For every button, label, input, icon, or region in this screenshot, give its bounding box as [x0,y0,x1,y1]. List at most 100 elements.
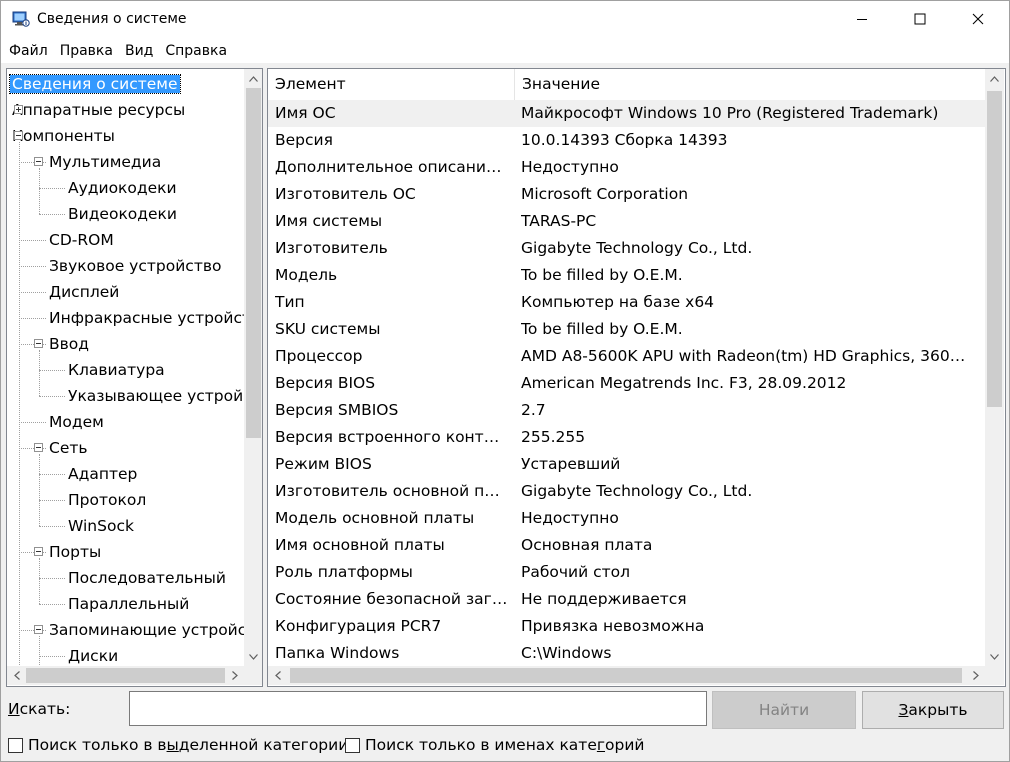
collapse-minus-icon[interactable] [14,131,23,140]
tree-hscroll-thumb[interactable] [26,668,225,683]
table-row[interactable]: SKU системы To be filled by O.E.M. [268,316,985,343]
details-vertical-scrollbar[interactable] [985,69,1004,666]
column-header-value[interactable]: Значение [515,69,985,100]
tree-item[interactable]: Компоненты [10,123,117,149]
tree-connector [39,396,65,397]
details-horizontal-scrollbar[interactable] [268,666,985,685]
tree-item[interactable]: Диски [66,643,120,666]
tree-item[interactable]: Инфракрасные устройст [47,305,244,331]
expand-plus-icon[interactable] [14,105,23,114]
table-row[interactable]: Роль платформы Рабочий стол [268,559,985,586]
tree-connector [39,350,40,396]
collapse-minus-icon[interactable] [34,547,43,556]
table-row[interactable]: Процессор AMD A8-5600K APU with Radeon(tm… [268,343,985,370]
find-button[interactable]: Найти [712,691,856,729]
tree-item[interactable]: Сведения о системе [9,71,181,97]
maximize-button[interactable] [897,1,943,39]
scroll-up-arrow-icon[interactable] [244,69,262,88]
cell-value: AMD A8-5600K APU with Radeon(tm) HD Grap… [521,347,971,365]
table-row[interactable]: Состояние безопасной загр... Не поддержив… [268,586,985,613]
tree-item-label: Аппаратные ресурсы [12,101,186,119]
tree-item[interactable]: Дисплей [47,279,121,305]
search-label: Искать: [8,700,70,718]
tree-item[interactable]: WinSock [66,513,136,539]
table-row[interactable]: Версия SMBIOS 2.7 [268,397,985,424]
menu-file[interactable]: Файл [3,39,54,63]
table-row[interactable]: Имя ОС Майкрософт Windows 10 Pro (Registe… [268,100,985,127]
table-row[interactable]: Режим BIOS Устаревший [268,451,985,478]
checkbox-box[interactable] [8,737,23,753]
tree-item[interactable]: Последовательный [66,565,228,591]
category-tree[interactable]: Сведения о системе Аппаратные ресурсы Комп… [6,68,263,687]
details-list[interactable]: Элемент Значение Имя ОС Майкрософт Window… [267,68,1006,687]
tree-connector [39,454,40,526]
tree-connector [39,604,65,605]
tree-item[interactable]: Запоминающие устройс [47,617,244,643]
tree-item[interactable]: Модем [47,409,106,435]
checkbox-selected-category[interactable]: Поиск только в выделенной категории [8,734,348,756]
tree-item[interactable]: Мультимедиа [47,149,163,175]
table-row[interactable]: Версия встроенного контро... 255.255 [268,424,985,451]
table-row[interactable]: Изготовитель Gigabyte Technology Co., Ltd… [268,235,985,262]
table-row[interactable]: Изготовитель основной пла... Gigabyte Tec… [268,478,985,505]
close-dialog-button[interactable]: Закрыть [862,691,1004,729]
table-row[interactable]: Дополнительное описание ... Недоступно [268,154,985,181]
close-button[interactable] [955,1,1001,39]
search-input[interactable] [129,691,707,726]
tree-item[interactable]: Аудиокодеки [66,175,179,201]
tree-item[interactable]: Адаптер [66,461,139,487]
tree-item-label: Ввод [49,335,89,353]
tree-horizontal-scrollbar[interactable] [7,666,244,685]
scroll-right-arrow-icon[interactable] [966,666,985,685]
collapse-minus-icon[interactable] [34,339,43,348]
table-row[interactable]: Конфигурация PCR7 Привязка невозможна [268,613,985,640]
collapse-minus-icon[interactable] [34,443,43,452]
minimize-button[interactable] [839,1,885,39]
menu-edit[interactable]: Правка [54,39,119,63]
table-row[interactable]: Папка Windows C:\Windows [268,640,985,666]
tree-item[interactable]: Звуковое устройство [47,253,223,279]
title-bar[interactable]: Сведения о системе [1,1,1009,39]
table-row[interactable]: Версия 10.0.14393 Сборка 14393 [268,127,985,154]
cell-element: Изготовитель основной пла... [275,482,509,500]
collapse-minus-icon[interactable] [34,157,43,166]
tree-item[interactable]: Порты [47,539,103,565]
tree-item[interactable]: CD-ROM [47,227,116,253]
scroll-down-arrow-icon[interactable] [244,647,262,666]
table-row[interactable]: Версия BIOS American Megatrends Inc. F3, … [268,370,985,397]
tree-scroll-thumb[interactable] [246,88,261,438]
column-header-element[interactable]: Элемент [268,69,515,100]
scroll-up-arrow-icon[interactable] [985,69,1004,88]
details-header: Элемент Значение [268,69,985,100]
table-row[interactable]: Имя основной платы Основная плата [268,532,985,559]
tree-connector [39,558,40,604]
tree-vertical-scrollbar[interactable] [244,69,262,666]
details-hscroll-thumb[interactable] [290,668,962,683]
scroll-down-arrow-icon[interactable] [985,647,1004,666]
menu-help[interactable]: Справка [159,39,233,63]
tree-connector [39,578,65,579]
cell-value: 2.7 [521,401,546,419]
tree-item[interactable]: Ввод [47,331,91,357]
scroll-left-arrow-icon[interactable] [268,666,287,685]
tree-item[interactable]: Сеть [47,435,90,461]
table-row[interactable]: Модель To be filled by O.E.M. [268,262,985,289]
table-row[interactable]: Изготовитель ОС Microsoft Corporation [268,181,985,208]
tree-connector [39,188,65,189]
table-row[interactable]: Имя системы TARAS-PC [268,208,985,235]
checkbox-box[interactable] [345,737,360,753]
tree-item[interactable]: Указывающее устройс [66,383,244,409]
tree-item[interactable]: Параллельный [66,591,191,617]
menu-view[interactable]: Вид [119,39,159,63]
tree-item[interactable]: Протокол [66,487,148,513]
table-row[interactable]: Тип Компьютер на базе x64 [268,289,985,316]
table-row[interactable]: Модель основной платы Недоступно [268,505,985,532]
tree-item[interactable]: Аппаратные ресурсы [10,97,187,123]
details-scroll-thumb[interactable] [987,91,1002,407]
collapse-minus-icon[interactable] [34,625,43,634]
tree-item[interactable]: Видеокодеки [66,201,179,227]
checkbox-category-names[interactable]: Поиск только в именах категорий [345,734,645,756]
scroll-right-arrow-icon[interactable] [225,666,244,685]
scroll-left-arrow-icon[interactable] [7,666,26,685]
tree-item[interactable]: Клавиатура [66,357,167,383]
